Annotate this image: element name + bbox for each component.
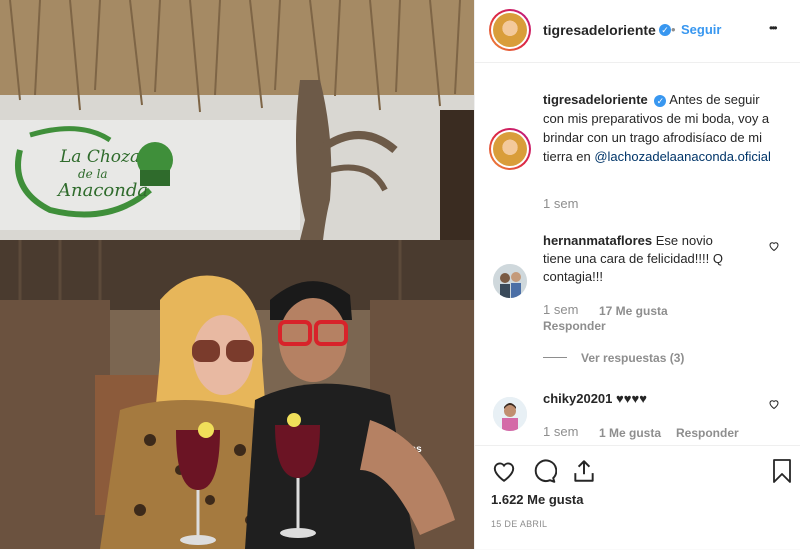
comment-username[interactable]: chiky20201 [543,391,612,406]
view-replies-button[interactable]: Ver respuestas (3) [581,349,684,367]
comment-time[interactable]: 1 sem [543,423,578,441]
replies-divider [543,357,567,358]
reply-button[interactable]: Responder [543,317,606,335]
more-options-icon[interactable]: ••• [769,19,777,37]
comment-like-heart-icon[interactable] [768,240,780,252]
avatar-photo-icon [493,264,527,298]
verified-badge-icon: ✓ [659,24,671,36]
author-username[interactable]: tigresadeloriente [543,21,656,39]
bookmark-icon[interactable] [771,458,793,484]
caption-username[interactable]: tigresadeloriente [543,92,648,107]
comment-icon[interactable] [531,458,557,484]
post-date[interactable]: 15 DE ABRIL [491,515,547,533]
caption-verified-icon: ✓ [654,94,667,107]
follow-button[interactable]: Seguir [681,21,721,39]
share-icon[interactable] [571,458,597,484]
post-photo[interactable]: La Choza de la Anaconda [0,0,474,549]
post-actions: 1.622 Me gusta 15 DE ABRIL [475,445,800,550]
caption-time[interactable]: 1 sem [543,195,578,213]
comment-avatar[interactable] [493,264,527,298]
comment-1: hernanmataflores Ese novio tiene una car… [543,232,743,286]
sign-text-line1: La Choza [59,147,140,167]
reply-button[interactable]: Responder [676,424,739,442]
post-sidebar: tigresadeloriente ✓ • Seguir ••• tigresa… [474,0,800,549]
caption-mention-link[interactable]: @lachozadelaanaconda.oficial [594,149,771,164]
photo-illustration: La Choza de la Anaconda [0,0,474,549]
comment-2: chiky20201 ♥♥♥♥ [543,390,763,408]
comment-likes[interactable]: 17 Me gusta [599,302,668,320]
caption-avatar[interactable] [489,128,531,170]
post-header: tigresadeloriente ✓ • Seguir ••• [475,0,800,63]
comment-avatar[interactable] [493,397,527,431]
comment-like-heart-icon[interactable] [768,398,780,410]
comment-username[interactable]: hernanmataflores [543,233,652,248]
sign-text-line3: Anaconda [56,180,148,201]
header-dot: • [671,22,676,37]
caption: tigresadeloriente ✓ Antes de seguir con … [543,90,783,166]
heart-icon[interactable] [491,458,517,484]
likes-count[interactable]: 1.622 Me gusta [491,491,584,509]
avatar-photo-icon [493,397,527,431]
author-avatar[interactable] [489,9,531,51]
comment-likes[interactable]: 1 Me gusta [599,424,661,442]
sign-text-line2: de la [78,167,108,181]
instagram-post: La Choza de la Anaconda tigresadelorient… [0,0,800,549]
comment-text: ♥♥♥♥ [616,391,647,406]
